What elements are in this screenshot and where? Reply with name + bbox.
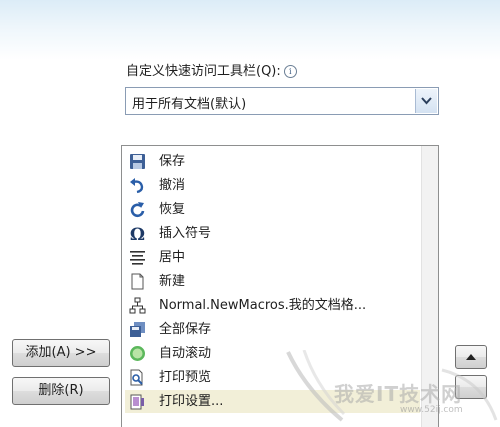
list-item-label: 新建 <box>159 274 186 289</box>
print-setup-icon <box>130 394 144 410</box>
list-item-new[interactable]: 新建 <box>125 270 420 293</box>
list-item-label: Normal.NewMacros.我的文档格... <box>159 298 367 313</box>
auto-scroll-icon <box>130 346 145 361</box>
svg-text:Ω: Ω <box>130 225 145 242</box>
list-item-label: 打印设置... <box>159 394 224 409</box>
list-item-print-setup[interactable]: 打印设置... <box>125 390 420 413</box>
new-document-icon <box>131 273 144 290</box>
list-item-label: 保存 <box>159 154 186 169</box>
list-item-auto-scroll[interactable]: 自动滚动 <box>125 342 420 365</box>
dropdown-button[interactable] <box>415 89 437 113</box>
triangle-up-icon <box>466 354 476 360</box>
qat-label: 自定义快速访问工具栏(Q): i <box>126 64 297 80</box>
list-item-save-all[interactable]: 全部保存 <box>125 318 420 341</box>
move-down-button[interactable] <box>455 375 487 399</box>
dialog-header-band <box>0 0 500 60</box>
list-scrollbar[interactable] <box>421 146 438 427</box>
align-center-icon <box>130 251 145 265</box>
remove-button[interactable]: 删除(R) <box>12 377 110 405</box>
chevron-down-icon <box>421 97 432 105</box>
list-item-label: 打印预览 <box>159 370 212 385</box>
list-item-label: 撤消 <box>159 178 186 193</box>
save-icon <box>130 154 145 169</box>
info-icon[interactable]: i <box>283 65 297 78</box>
add-button[interactable]: 添加(A) >> <box>12 339 110 367</box>
qat-label-text: 自定义快速访问工具栏(Q): <box>126 64 281 79</box>
qat-command-list[interactable]: 保存 撤消 恢复 Ω 插入符号 居中 新建 Normal.NewMacros.我… <box>121 145 439 427</box>
list-item-print-preview[interactable]: 打印预览 <box>125 366 420 389</box>
redo-icon <box>130 202 145 218</box>
save-all-icon <box>130 322 145 337</box>
list-item-label: 居中 <box>159 250 186 265</box>
list-item-insert-symbol[interactable]: Ω 插入符号 <box>125 222 428 245</box>
print-preview-icon <box>130 369 143 386</box>
qat-scope-dropdown[interactable]: 用于所有文档(默认) <box>125 87 439 115</box>
list-item-label: 自动滚动 <box>159 346 212 361</box>
move-up-button[interactable] <box>455 345 487 369</box>
list-item-label: 恢复 <box>159 202 186 217</box>
macro-icon <box>129 297 146 314</box>
list-item-undo[interactable]: 撤消 <box>125 174 428 197</box>
list-item-label: 插入符号 <box>159 226 212 241</box>
list-item-label: 全部保存 <box>159 322 212 337</box>
list-item-center[interactable]: 居中 <box>125 246 420 269</box>
list-item-macro[interactable]: Normal.NewMacros.我的文档格... <box>125 294 420 317</box>
list-item-save[interactable]: 保存 <box>125 150 420 173</box>
qat-scope-value: 用于所有文档(默认) <box>132 97 247 112</box>
undo-icon <box>130 178 144 194</box>
omega-icon: Ω <box>130 225 145 242</box>
list-item-redo[interactable]: 恢复 <box>125 198 420 221</box>
